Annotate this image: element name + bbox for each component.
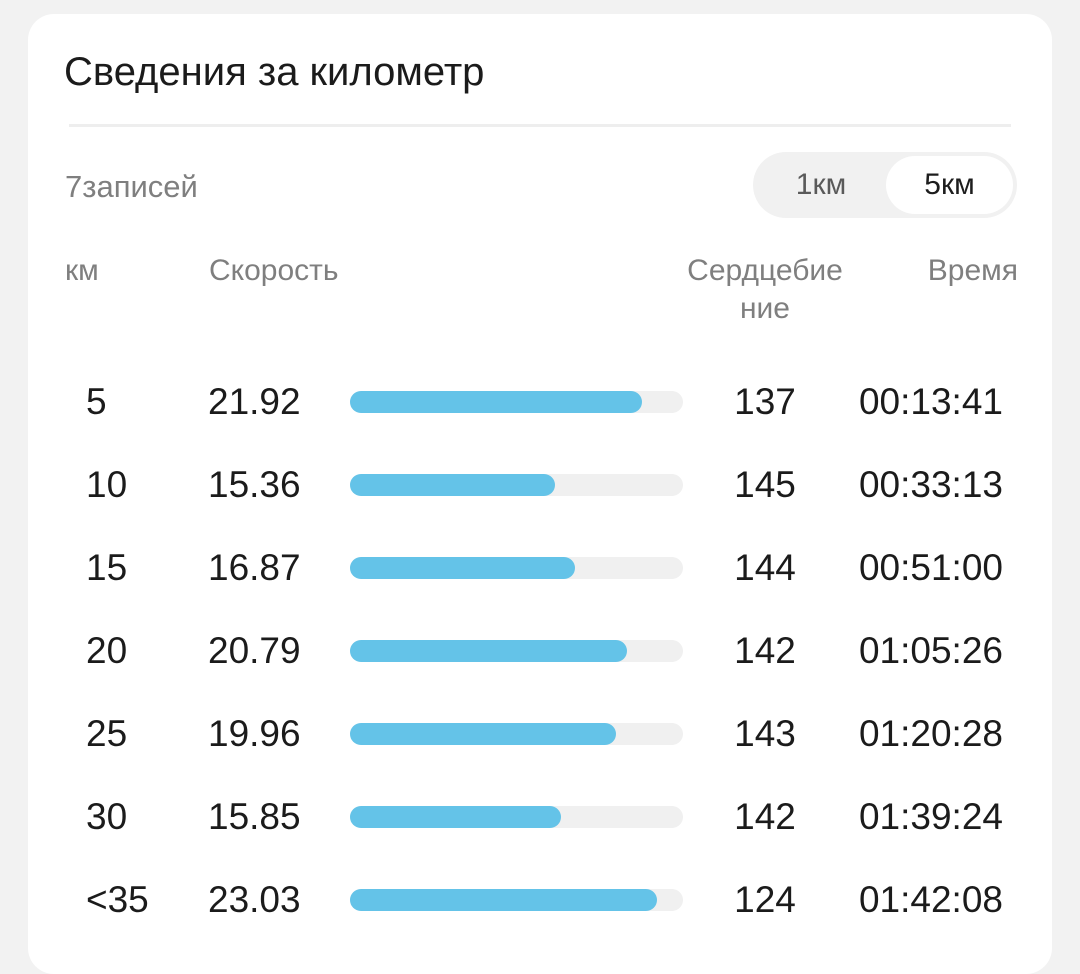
split-row: 30 15.85 142 01:39:24 [28, 787, 1052, 847]
split-time: 00:51:00 [858, 547, 1003, 588]
split-time: 00:13:41 [858, 381, 1003, 422]
split-speed: 21.92 [208, 381, 301, 422]
toggle-option-1km[interactable]: 1км [757, 156, 885, 214]
split-row: 10 15.36 145 00:33:13 [28, 455, 1052, 515]
speed-bar-track [350, 640, 683, 662]
speed-bar-fill [350, 723, 616, 745]
title-divider [69, 124, 1011, 127]
split-speed: 20.79 [208, 630, 301, 671]
split-km: 10 [86, 464, 128, 505]
split-heart-rate: 143 [734, 713, 796, 754]
split-km: 30 [86, 796, 128, 837]
split-heart-rate: 142 [734, 796, 796, 837]
speed-bar-fill [350, 474, 555, 496]
card-title: Сведения за километр [64, 50, 485, 94]
split-speed: 15.36 [208, 464, 301, 505]
split-km: 5 [86, 381, 107, 422]
column-header-km: км [65, 254, 99, 287]
records-count: 7записей [65, 169, 198, 204]
speed-bar-fill [350, 640, 627, 662]
speed-bar-fill [350, 806, 562, 828]
speed-bar-track [350, 806, 683, 828]
split-heart-rate: 145 [734, 464, 796, 505]
column-header-time: Время [927, 254, 1018, 287]
distance-toggle: 1км 5км [753, 152, 1017, 218]
speed-bar-fill [350, 889, 657, 911]
speed-bar-track [350, 889, 683, 911]
split-time: 01:42:08 [858, 879, 1003, 920]
split-heart-rate: 124 [734, 879, 796, 920]
speed-bar-track [350, 723, 683, 745]
split-km: <35 [86, 879, 149, 920]
split-row: 15 16.87 144 00:51:00 [28, 538, 1052, 598]
split-heart-rate: 144 [734, 547, 796, 588]
split-speed: 19.96 [208, 713, 301, 754]
split-km: 25 [86, 713, 128, 754]
km-details-card: Сведения за километр 7записей 1км 5км км… [28, 14, 1052, 974]
split-row: 20 20.79 142 01:05:26 [28, 621, 1052, 681]
column-header-speed: Скорость [209, 254, 339, 287]
split-row: 5 21.92 137 00:13:41 [28, 372, 1052, 432]
split-time: 01:05:26 [858, 630, 1003, 671]
toggle-option-5km[interactable]: 5км [886, 156, 1013, 214]
speed-bar-track [350, 557, 683, 579]
split-speed: 16.87 [208, 547, 301, 588]
speed-bar-track [350, 391, 683, 413]
speed-bar-fill [350, 391, 642, 413]
split-row: <35 23.03 124 01:42:08 [28, 870, 1052, 930]
split-time: 01:20:28 [858, 713, 1003, 754]
column-header-heart-rate: Сердцебиение [687, 254, 843, 325]
split-row: 25 19.96 143 01:20:28 [28, 704, 1052, 764]
split-time: 00:33:13 [858, 464, 1003, 505]
split-heart-rate: 142 [734, 630, 796, 671]
split-time: 01:39:24 [858, 796, 1003, 837]
speed-bar-fill [350, 557, 575, 579]
speed-bar-track [350, 474, 683, 496]
split-speed: 23.03 [208, 879, 301, 920]
split-km: 15 [86, 547, 128, 588]
split-km: 20 [86, 630, 128, 671]
split-heart-rate: 137 [734, 381, 796, 422]
split-speed: 15.85 [208, 796, 301, 837]
